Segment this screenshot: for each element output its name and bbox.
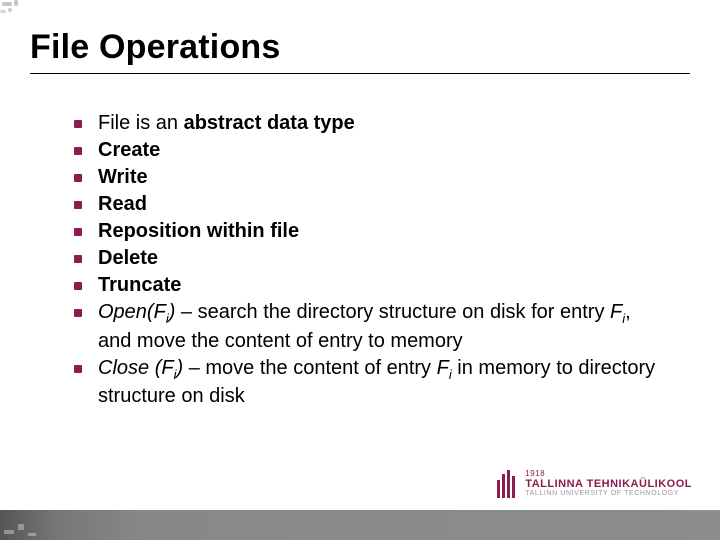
title-underline bbox=[30, 73, 690, 74]
footer-band bbox=[0, 510, 720, 540]
title-section: File Operations bbox=[30, 28, 690, 74]
list-item: Create bbox=[70, 137, 660, 164]
slide-title: File Operations bbox=[30, 28, 690, 67]
list-item: Reposition within file bbox=[70, 218, 660, 245]
bullet-list: File is an abstract data type Create Wri… bbox=[70, 110, 660, 410]
list-item: Read bbox=[70, 191, 660, 218]
corner-decoration bbox=[0, 0, 30, 30]
content-area: File is an abstract data type Create Wri… bbox=[70, 110, 660, 410]
list-item: Write bbox=[70, 164, 660, 191]
list-item: Open(Fi) – search the directory structur… bbox=[70, 299, 660, 355]
logo-mark-icon bbox=[497, 470, 515, 498]
list-item: Close (Fi) – move the content of entry F… bbox=[70, 355, 660, 411]
list-item: Delete bbox=[70, 245, 660, 272]
list-item: Truncate bbox=[70, 272, 660, 299]
logo-text: 1918 TALLINNA TEHNIKAÜLIKOOL TALLINN UNI… bbox=[525, 470, 692, 497]
list-item: File is an abstract data type bbox=[70, 110, 660, 137]
footer-decoration bbox=[0, 510, 60, 540]
logo-subtitle: TALLINN UNIVERSITY OF TECHNOLOGY bbox=[525, 490, 692, 497]
logo-name: TALLINNA TEHNIKAÜLIKOOL bbox=[525, 479, 692, 491]
university-logo: 1918 TALLINNA TEHNIKAÜLIKOOL TALLINN UNI… bbox=[497, 470, 692, 498]
slide: File Operations File is an abstract data… bbox=[0, 0, 720, 540]
